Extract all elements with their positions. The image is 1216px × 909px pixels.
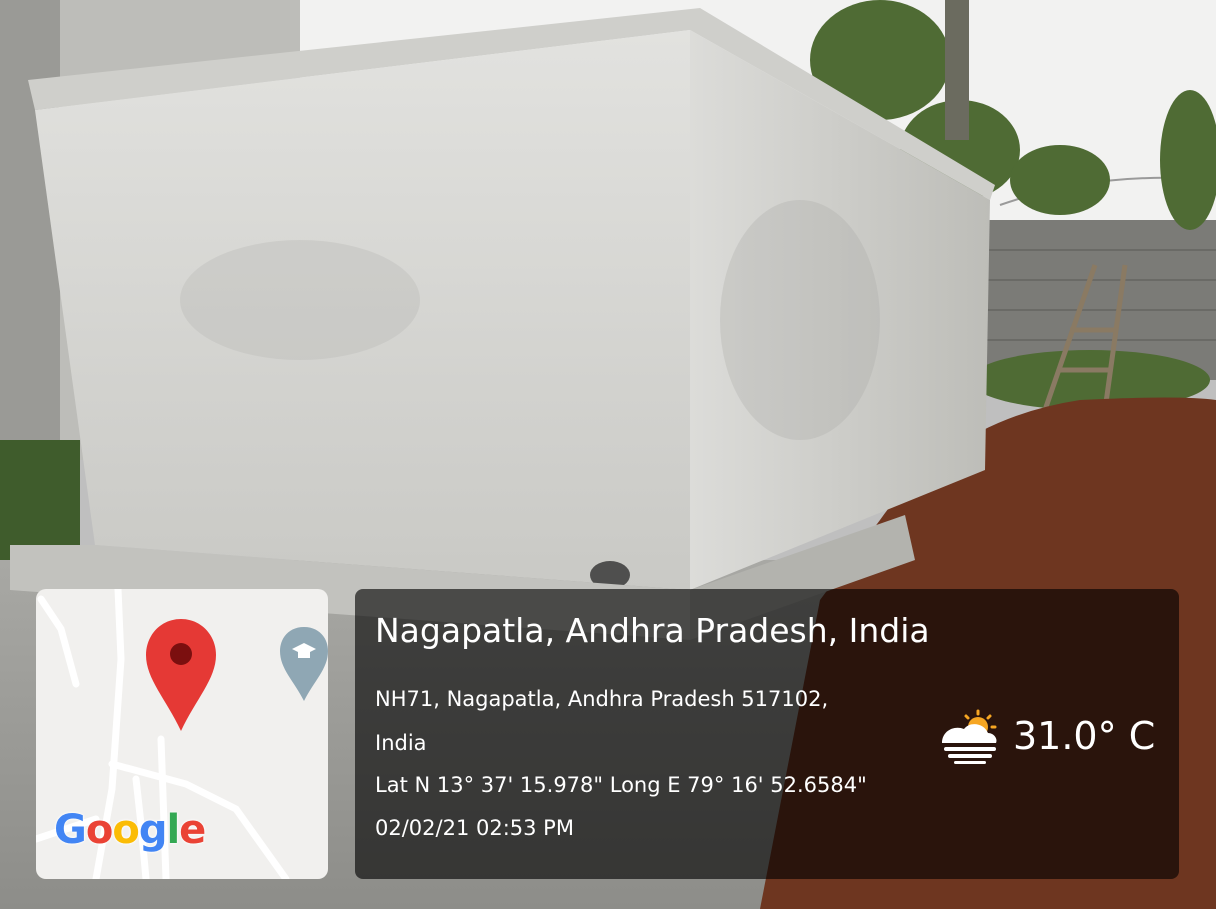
address-line-1: NH71, Nagapatla, Andhra Pradesh 517102,	[375, 687, 829, 711]
partly-sunny-icon	[942, 709, 997, 764]
coordinates: Lat N 13° 37' 15.978" Long E 79° 16' 52.…	[375, 773, 867, 797]
address-line-2: India	[375, 731, 427, 755]
map-thumbnail: Google	[36, 589, 328, 879]
temperature: 31.0° C	[1013, 714, 1156, 758]
google-logo: Google	[54, 807, 206, 853]
place-title: Nagapatla, Andhra Pradesh, India	[375, 611, 930, 650]
location-info-panel: Nagapatla, Andhra Pradesh, India NH71, N…	[355, 589, 1179, 879]
timestamp: 02/02/21 02:53 PM	[375, 816, 574, 840]
